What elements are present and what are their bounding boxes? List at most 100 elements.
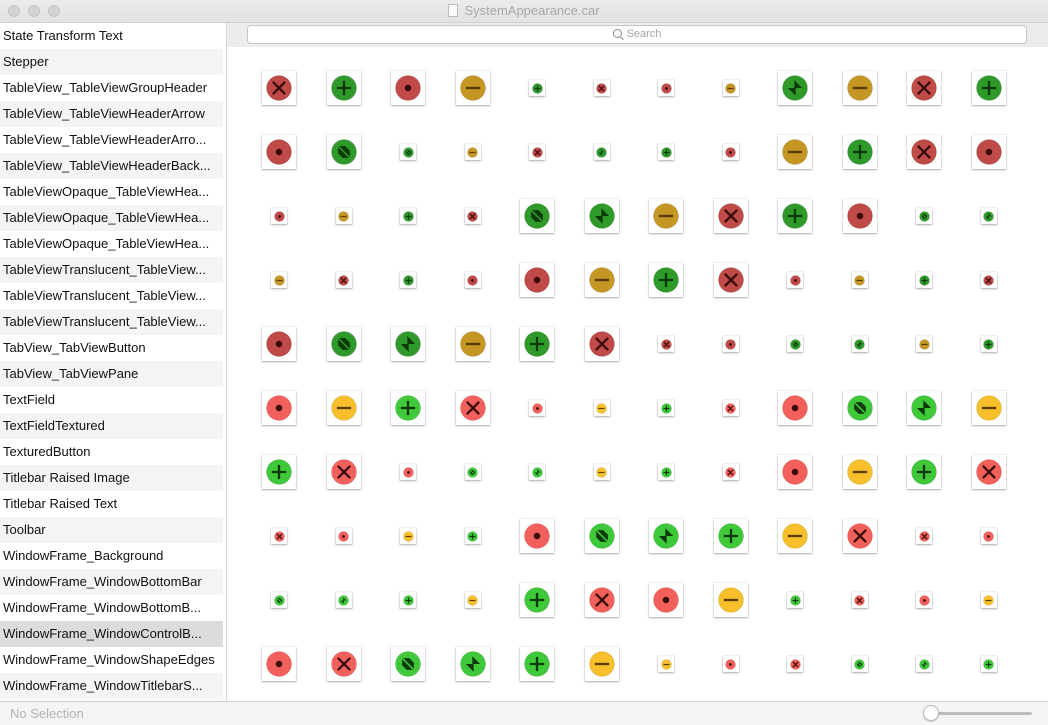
asset-thumbnail[interactable] bbox=[787, 336, 803, 352]
sidebar-item[interactable]: WindowFrame_WindowShapeEdges bbox=[0, 647, 223, 673]
asset-thumbnail[interactable] bbox=[400, 272, 416, 288]
asset-thumbnail[interactable] bbox=[584, 199, 619, 233]
asset-thumbnail[interactable] bbox=[907, 71, 941, 105]
asset-thumbnail[interactable] bbox=[658, 464, 674, 480]
asset-thumbnail[interactable] bbox=[262, 327, 296, 361]
asset-thumbnail[interactable] bbox=[262, 455, 296, 489]
asset-list-sidebar[interactable]: State Transform Text Stepper TableView_Tab… bbox=[0, 23, 227, 701]
asset-thumbnail[interactable] bbox=[713, 583, 748, 617]
asset-thumbnail[interactable] bbox=[722, 336, 739, 352]
asset-thumbnail[interactable] bbox=[722, 400, 739, 416]
asset-thumbnail[interactable] bbox=[326, 71, 361, 105]
asset-thumbnail[interactable] bbox=[907, 391, 941, 425]
asset-thumbnail[interactable] bbox=[391, 647, 425, 681]
asset-thumbnail[interactable] bbox=[971, 391, 1006, 425]
asset-thumbnail[interactable] bbox=[593, 80, 610, 96]
asset-thumbnail[interactable] bbox=[400, 208, 416, 224]
asset-thumbnail[interactable] bbox=[520, 583, 554, 617]
sidebar-item[interactable]: TableViewOpaque_TableViewHea... bbox=[0, 231, 223, 257]
asset-thumbnail[interactable] bbox=[271, 592, 287, 608]
sidebar-item[interactable]: TexturedButton bbox=[0, 439, 223, 465]
sidebar-item[interactable]: TableViewOpaque_TableViewHea... bbox=[0, 179, 223, 205]
asset-thumbnail[interactable] bbox=[271, 528, 287, 544]
asset-thumbnail[interactable] bbox=[391, 71, 425, 105]
sidebar-item[interactable]: State Transform Text bbox=[0, 23, 223, 49]
sidebar-item[interactable]: TableViewTranslucent_TableView... bbox=[0, 283, 223, 309]
asset-thumbnail[interactable] bbox=[980, 592, 997, 608]
asset-thumbnail[interactable] bbox=[584, 647, 619, 681]
asset-thumbnail[interactable] bbox=[464, 272, 481, 288]
sidebar-item[interactable]: Titlebar Raised Text bbox=[0, 491, 223, 517]
asset-thumbnail[interactable] bbox=[649, 199, 683, 233]
asset-thumbnail[interactable] bbox=[649, 263, 683, 297]
asset-thumbnail[interactable] bbox=[335, 208, 352, 224]
sidebar-item[interactable]: WindowFrame_WindowBottomB... bbox=[0, 595, 223, 621]
asset-thumbnail[interactable] bbox=[778, 71, 812, 105]
asset-thumbnail[interactable] bbox=[520, 327, 554, 361]
sidebar-item[interactable]: TabView_TabViewButton bbox=[0, 335, 223, 361]
asset-thumbnail[interactable] bbox=[262, 647, 296, 681]
asset-thumbnail[interactable] bbox=[400, 464, 416, 480]
asset-thumbnail[interactable] bbox=[778, 391, 812, 425]
asset-thumbnail[interactable] bbox=[271, 272, 287, 288]
asset-thumbnail[interactable] bbox=[584, 327, 619, 361]
asset-thumbnail[interactable] bbox=[842, 455, 877, 489]
asset-thumbnail[interactable] bbox=[455, 391, 490, 425]
sidebar-item[interactable]: TableView_TableViewHeaderArro... bbox=[0, 127, 223, 153]
sidebar-item[interactable]: WindowFrame_WindowBottomBar bbox=[0, 569, 223, 595]
asset-thumbnail[interactable] bbox=[400, 528, 416, 544]
asset-thumbnail[interactable] bbox=[593, 464, 610, 480]
asset-thumbnail[interactable] bbox=[335, 592, 352, 608]
asset-thumbnail[interactable] bbox=[658, 656, 674, 672]
asset-thumbnail[interactable] bbox=[713, 199, 748, 233]
asset-thumbnail[interactable] bbox=[520, 263, 554, 297]
asset-thumbnail[interactable] bbox=[842, 199, 877, 233]
asset-thumbnail[interactable] bbox=[455, 327, 490, 361]
sidebar-item[interactable]: TableViewOpaque_TableViewHea... bbox=[0, 205, 223, 231]
asset-thumbnail[interactable] bbox=[584, 263, 619, 297]
asset-thumbnail[interactable] bbox=[464, 528, 481, 544]
asset-thumbnail[interactable] bbox=[262, 71, 296, 105]
asset-thumbnail[interactable] bbox=[593, 400, 610, 416]
asset-thumbnail[interactable] bbox=[400, 592, 416, 608]
asset-thumbnail[interactable] bbox=[262, 391, 296, 425]
asset-thumbnail[interactable] bbox=[722, 144, 739, 160]
asset-thumbnail[interactable] bbox=[326, 647, 361, 681]
asset-thumbnail[interactable] bbox=[658, 80, 674, 96]
asset-thumbnail[interactable] bbox=[529, 464, 545, 480]
asset-thumbnail[interactable] bbox=[851, 272, 868, 288]
asset-thumbnail[interactable] bbox=[658, 336, 674, 352]
asset-thumbnail[interactable] bbox=[916, 272, 932, 288]
asset-thumbnail[interactable] bbox=[326, 455, 361, 489]
asset-thumbnail[interactable] bbox=[916, 336, 932, 352]
asset-thumbnail[interactable] bbox=[842, 71, 877, 105]
asset-thumbnail[interactable] bbox=[335, 528, 352, 544]
asset-thumbnail[interactable] bbox=[722, 656, 739, 672]
asset-thumbnail[interactable] bbox=[916, 528, 932, 544]
asset-thumbnail[interactable] bbox=[326, 391, 361, 425]
asset-thumbnail[interactable] bbox=[335, 272, 352, 288]
asset-thumbnail[interactable] bbox=[778, 455, 812, 489]
asset-thumbnail[interactable] bbox=[520, 519, 554, 553]
sidebar-item[interactable]: WindowFrame_WindowControlB... bbox=[0, 621, 223, 647]
asset-thumbnail[interactable] bbox=[464, 144, 481, 160]
asset-thumbnail[interactable] bbox=[971, 455, 1006, 489]
asset-thumbnail[interactable] bbox=[455, 647, 490, 681]
sidebar-item[interactable]: Titlebar Raised Image bbox=[0, 465, 223, 491]
asset-thumbnail[interactable] bbox=[713, 519, 748, 553]
asset-thumbnail[interactable] bbox=[658, 400, 674, 416]
asset-thumbnail[interactable] bbox=[713, 263, 748, 297]
asset-thumbnail[interactable] bbox=[593, 144, 610, 160]
asset-thumbnail[interactable] bbox=[722, 80, 739, 96]
sidebar-item[interactable]: TableView_TableViewGroupHeader bbox=[0, 75, 223, 101]
asset-thumbnail[interactable] bbox=[851, 656, 868, 672]
asset-thumbnail[interactable] bbox=[787, 656, 803, 672]
asset-thumbnail[interactable] bbox=[787, 272, 803, 288]
asset-thumbnail[interactable] bbox=[391, 391, 425, 425]
asset-thumbnail[interactable] bbox=[722, 464, 739, 480]
asset-thumbnail[interactable] bbox=[842, 519, 877, 553]
asset-thumbnail[interactable] bbox=[400, 144, 416, 160]
sidebar-item[interactable]: TextField bbox=[0, 387, 223, 413]
asset-thumbnail[interactable] bbox=[971, 71, 1006, 105]
asset-thumbnail[interactable] bbox=[658, 144, 674, 160]
